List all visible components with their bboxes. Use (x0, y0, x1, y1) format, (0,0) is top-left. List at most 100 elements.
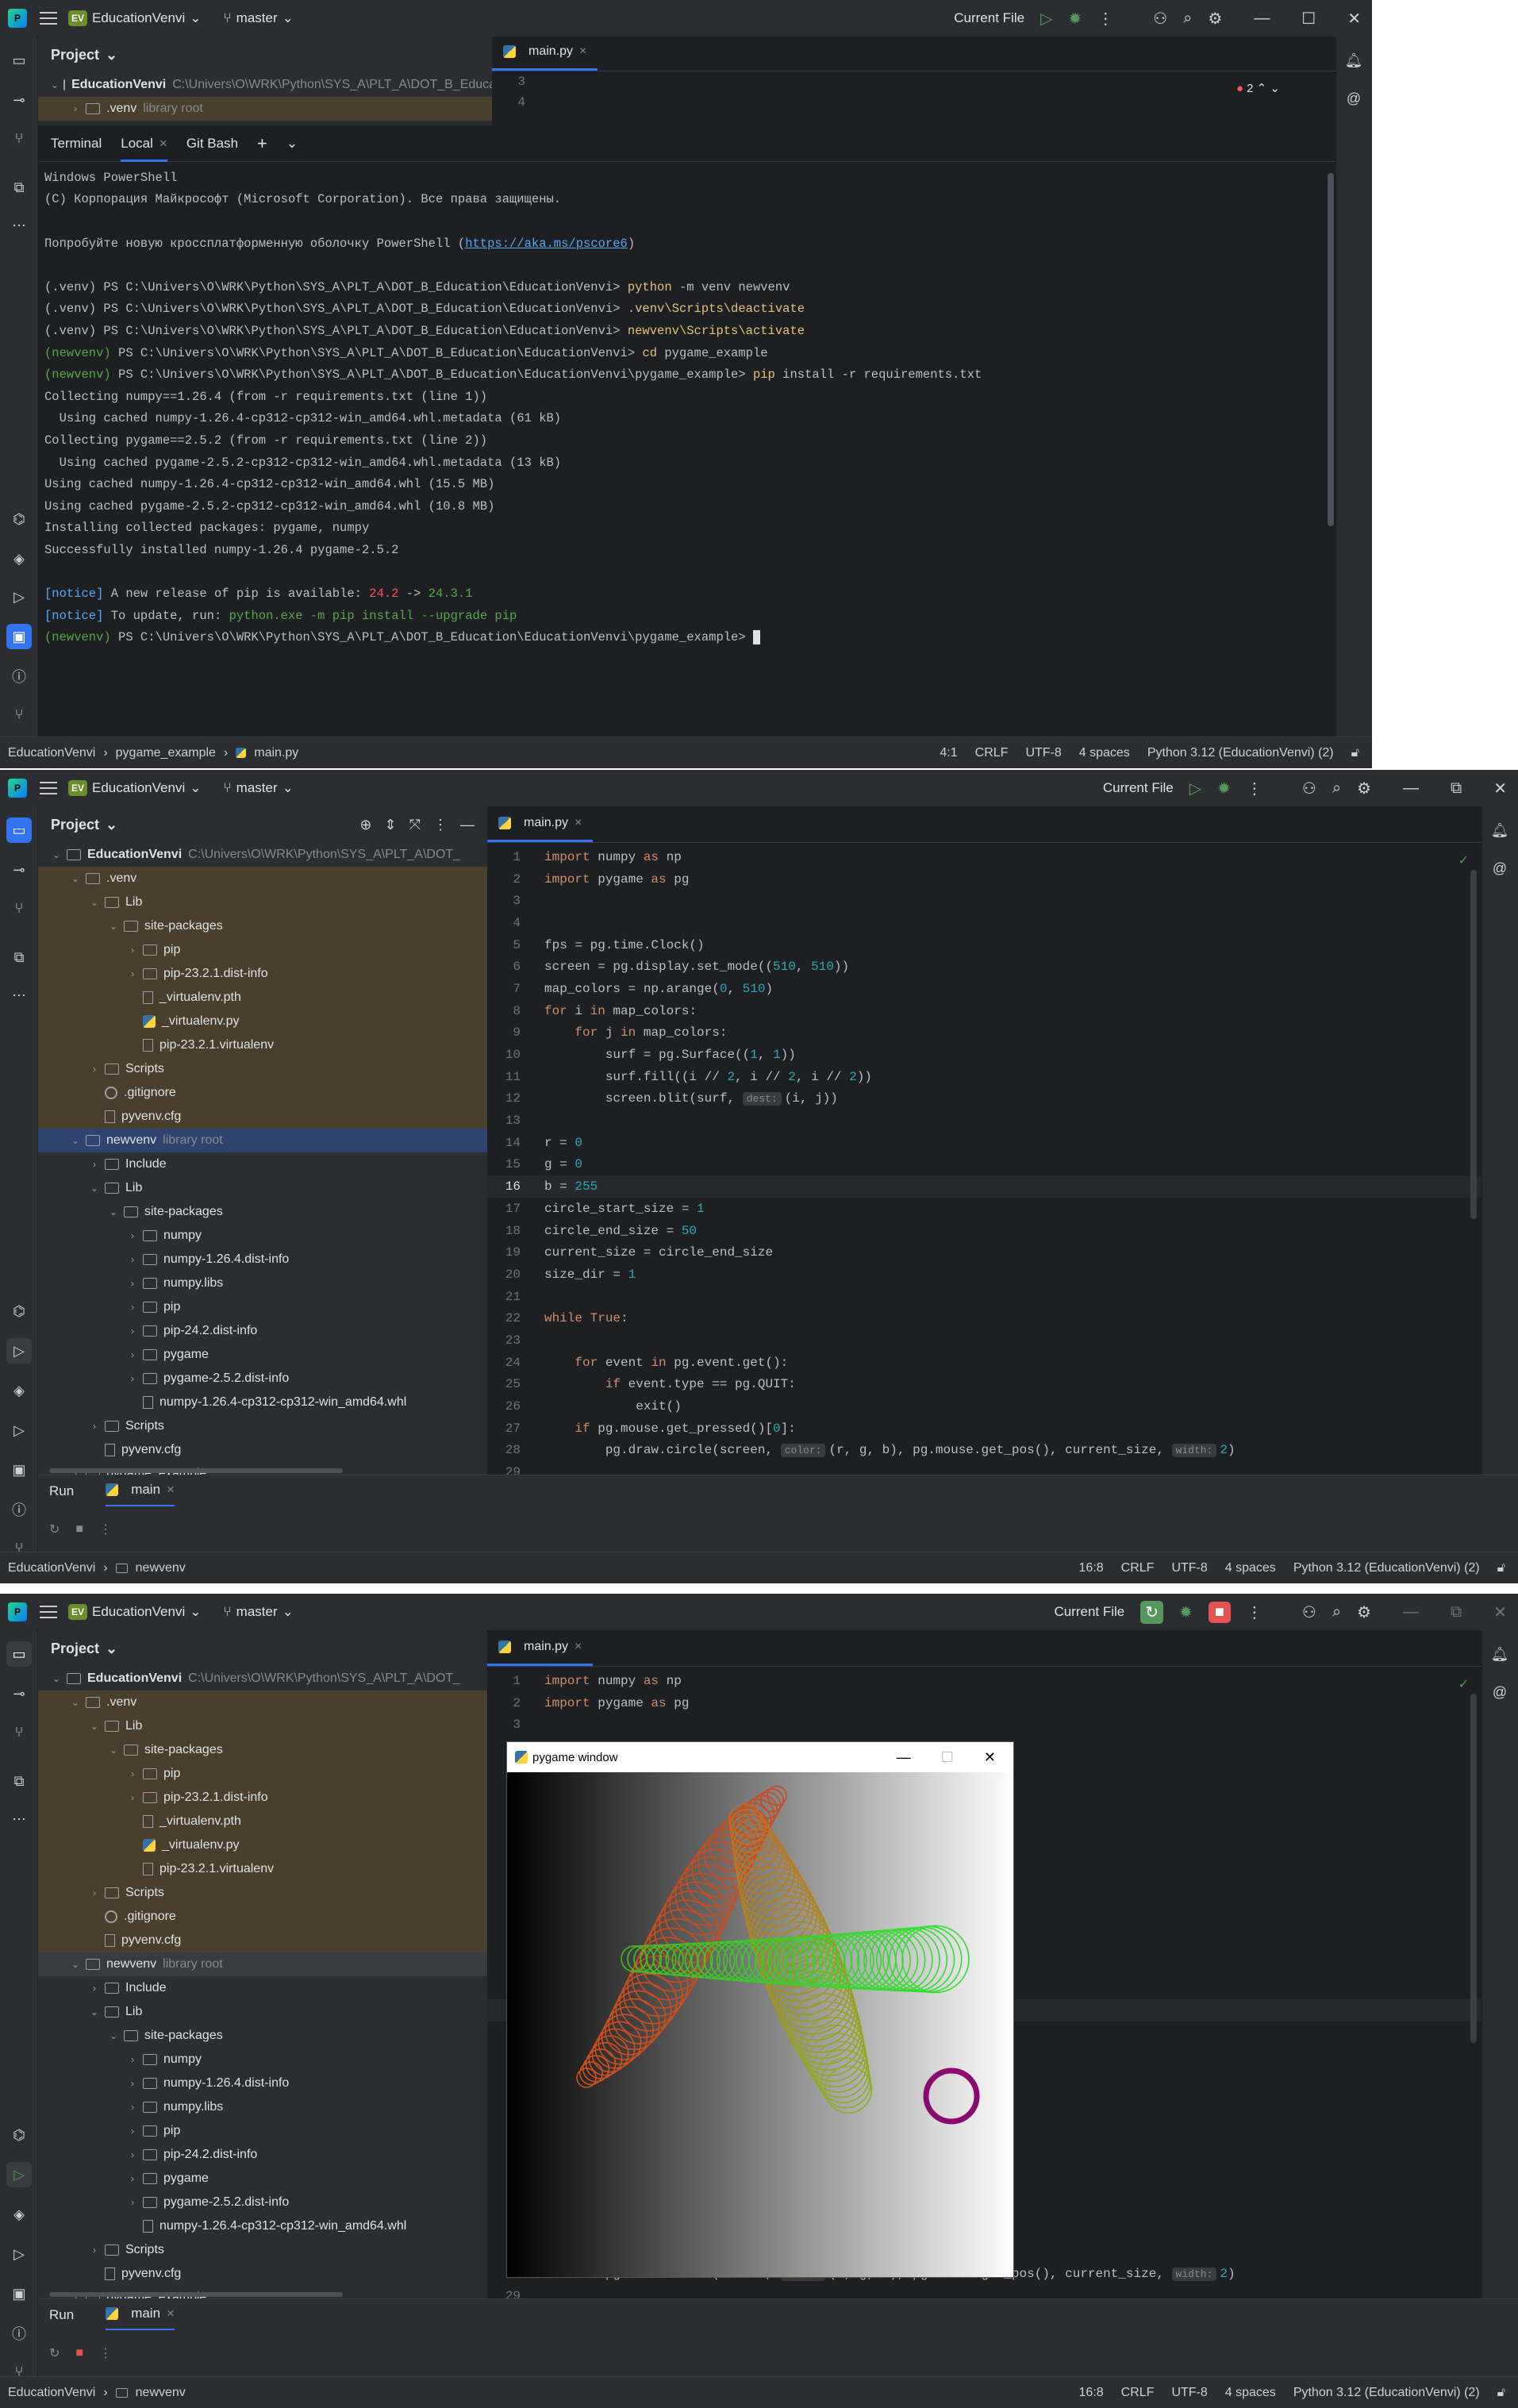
chevron-down-icon[interactable]: ⌄ (70, 1959, 81, 1970)
tree-row-numpy-1-26-4-dist-info[interactable]: › numpy-1.26.4.dist-info (38, 2071, 487, 2095)
restore-icon[interactable]: ⧉ (1451, 1603, 1462, 1621)
status-crumb[interactable]: EducationVenvi (8, 2386, 95, 2400)
commit-tool-icon[interactable]: ⊸ (6, 1681, 32, 1706)
tree-row-pip[interactable]: › pip (38, 1762, 487, 1786)
tree-row-lib[interactable]: ⌄ Lib (38, 1176, 487, 1200)
chevron-down-icon[interactable]: ⌄ (89, 897, 100, 908)
tree-row-numpy-libs[interactable]: › numpy.libs (38, 2095, 487, 2119)
line-separator[interactable]: CRLF (1121, 1561, 1155, 1575)
more-icon[interactable]: ⋮ (99, 1521, 112, 1537)
structure-icon[interactable]: ⧉ (6, 944, 32, 970)
add-user-icon[interactable]: ⚇ (1302, 1602, 1316, 1622)
gear-icon[interactable]: ⚙ (1357, 1602, 1371, 1622)
notifications-icon[interactable]: 🔔︎ (1487, 1641, 1512, 1667)
tree-row-numpy-libs[interactable]: › numpy.libs (38, 1271, 487, 1295)
ai-assistant-icon[interactable]: @ (1341, 86, 1366, 111)
tree-row-pygame[interactable]: › pygame (38, 2167, 487, 2191)
close-icon[interactable]: ✕ (1493, 779, 1507, 798)
close-icon[interactable]: ✕ (1493, 1602, 1507, 1622)
tree-row-educationvenvi[interactable]: ⌄ EducationVenvi C:\Univers\O\WRK\Python\S… (38, 843, 487, 867)
chevron-down-icon[interactable]: ⌄ (89, 2006, 100, 2018)
indent[interactable]: 4 spaces (1225, 2386, 1276, 2400)
minimize-icon[interactable]: — (897, 1749, 911, 1766)
status-crumb[interactable]: EducationVenvi (8, 746, 95, 760)
chevron-down-icon[interactable]: ⌄ (70, 1697, 81, 1708)
tree-row-pip-24-2-dist-info[interactable]: › pip-24.2.dist-info (38, 2143, 487, 2167)
tree-row-numpy-1-26-4-cp312-cp312-win-amd64-whl[interactable]: numpy-1.26.4-cp312-cp312-win_amd64.whl (38, 1391, 487, 1414)
python-console-icon[interactable]: ⌬ (6, 506, 32, 532)
gear-icon[interactable]: ⚙ (1208, 9, 1222, 29)
editor-tab-main[interactable]: main.py × (492, 37, 598, 71)
run-config-selector[interactable]: Current File (1103, 780, 1174, 796)
tree-row-site-packages[interactable]: ⌄ site-packages (38, 1200, 487, 1224)
tree-row-pyvenv-cfg[interactable]: pyvenv.cfg (38, 2262, 487, 2286)
lock-icon[interactable]: 🔓︎ (1497, 1561, 1505, 1575)
tab-git-bash[interactable]: Git Bash (186, 125, 238, 162)
branch-selector[interactable]: ⑂ master ⌄ (223, 780, 293, 796)
tree-row--venv[interactable]: ⌄ .venv (38, 1691, 487, 1714)
lock-icon[interactable]: 🔓︎ (1351, 746, 1359, 760)
expand-icon[interactable]: ⇕ (385, 817, 397, 833)
chevron-right-icon[interactable]: › (127, 944, 138, 956)
close-icon[interactable]: × (167, 2306, 175, 2321)
tree-row-pip-23-2-1-dist-info[interactable]: › pip-23.2.1.dist-info (38, 1786, 487, 1810)
rerun-icon[interactable]: ↻ (49, 1521, 60, 1537)
minimize-icon[interactable]: — (1403, 1603, 1419, 1621)
chevron-right-icon[interactable]: › (127, 1254, 138, 1265)
maximize-icon[interactable]: ☐ (1301, 9, 1316, 29)
tree-row--gitignore[interactable]: .gitignore (38, 1081, 487, 1105)
add-user-icon[interactable]: ⚇ (1302, 779, 1316, 798)
tree-row-venv[interactable]: › .venv library root (38, 97, 492, 121)
chevron-right-icon[interactable]: › (89, 1159, 100, 1170)
minimize-icon[interactable]: — (1254, 10, 1270, 28)
tree-row-pip[interactable]: › pip (38, 1295, 487, 1319)
tree-row-scripts[interactable]: › Scripts (38, 2238, 487, 2262)
project-tool-icon[interactable]: ▭ (6, 1641, 32, 1667)
chevron-right-icon[interactable]: › (127, 1230, 138, 1241)
editor-scrollbar[interactable] (1470, 1694, 1477, 2043)
chevron-down-icon[interactable]: ⌄ (70, 1135, 81, 1146)
problems-icon[interactable]: ⓘ (6, 1497, 32, 1522)
python-console-icon[interactable]: ⌬ (6, 1298, 32, 1324)
search-icon[interactable]: ⌕ (1183, 10, 1192, 28)
ai-assistant-icon[interactable]: @ (1487, 856, 1512, 881)
run-tab-main[interactable]: main × (106, 1475, 175, 1507)
rerun-icon[interactable]: ↻ (49, 2345, 60, 2361)
add-tab-icon[interactable]: + (257, 133, 267, 154)
chevron-down-icon[interactable]: ⌄ (108, 921, 119, 932)
stop-icon[interactable]: ■ (75, 2346, 83, 2360)
chevron-right-icon[interactable]: › (127, 1302, 138, 1313)
pull-requests-icon[interactable]: ⑂ (6, 125, 32, 151)
caret-position[interactable]: 4:1 (940, 746, 957, 760)
chevron-down-icon[interactable]: ⌄ (51, 849, 62, 860)
add-user-icon[interactable]: ⚇ (1153, 9, 1167, 29)
chevron-down-icon[interactable]: ⌄ (70, 873, 81, 884)
pygame-window[interactable]: pygame window — ☐ ✕ (506, 1741, 1014, 2278)
stop-icon[interactable]: ■ (75, 1522, 83, 1537)
tree-row-pip-23-2-1-dist-info[interactable]: › pip-23.2.1.dist-info (38, 962, 487, 986)
more-tools-icon[interactable]: ⋯ (6, 213, 32, 238)
tree-row--virtualenv-pth[interactable]: _virtualenv.pth (38, 1810, 487, 1833)
tree-row-pip-24-2-dist-info[interactable]: › pip-24.2.dist-info (38, 1319, 487, 1343)
pygame-canvas[interactable] (507, 1772, 1014, 2278)
tree-row-newvenv[interactable]: ⌄ newvenv library root (38, 1952, 487, 1976)
git-icon[interactable]: ⑂ (6, 702, 32, 727)
project-panel-header[interactable]: Project ⌄ (38, 37, 492, 73)
debug-icon[interactable]: ✹ (1068, 9, 1082, 29)
tree-row-scripts[interactable]: › Scripts (38, 1414, 487, 1438)
chevron-right-icon[interactable]: › (127, 1325, 138, 1337)
editor-tab-main[interactable]: main.py × (487, 1630, 594, 1666)
structure-icon[interactable]: ⧉ (6, 175, 32, 200)
chevron-down-icon[interactable]: ⌄ (108, 1206, 119, 1217)
tree-row-include[interactable]: › Include (38, 1976, 487, 2000)
run-config-selector[interactable]: Current File (1054, 1604, 1124, 1620)
more-tools-icon[interactable]: ⋯ (6, 1806, 32, 1832)
ai-assistant-icon[interactable]: @ (1487, 1679, 1512, 1705)
encoding[interactable]: UTF-8 (1171, 1561, 1207, 1575)
tree-row-pip-23-2-1-virtualenv[interactable]: pip-23.2.1.virtualenv (38, 1033, 487, 1057)
chevron-right-icon[interactable]: › (127, 2102, 138, 2113)
tree-row--virtualenv-py[interactable]: _virtualenv.py (38, 1833, 487, 1857)
chevron-right-icon[interactable]: › (127, 2197, 138, 2208)
main-menu-icon[interactable] (40, 12, 57, 25)
tree-row-educationvenvi[interactable]: ⌄ EducationVenvi C:\Univers\O\WRK\Python\S… (38, 1667, 487, 1691)
